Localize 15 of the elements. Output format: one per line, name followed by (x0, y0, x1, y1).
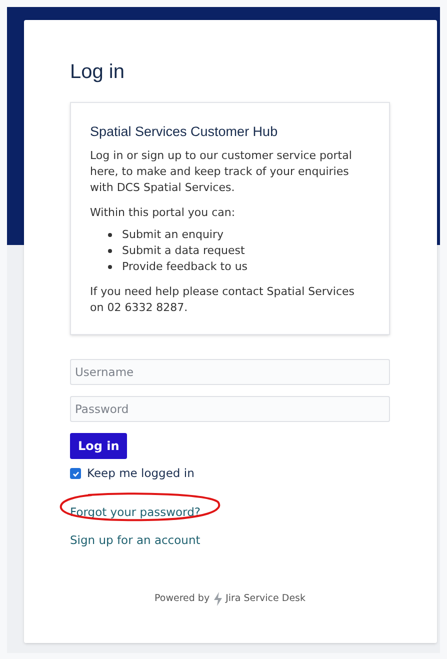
list-item: Provide feedback to us (122, 259, 248, 275)
login-button[interactable]: Log in (70, 433, 128, 459)
page-title: Log in (70, 60, 126, 85)
product-link[interactable]: Jira Service Desk (226, 592, 306, 606)
contact-text: If you need help please contact Spatial Services on 02 6332 8287. (90, 284, 356, 316)
info-text: Within this portal you can: (90, 205, 236, 221)
username-field[interactable]: Username (70, 359, 390, 385)
list-item: Submit a data request (122, 243, 245, 259)
list-item: Submit an enquiry (122, 227, 224, 243)
info-text: Log in or sign up to our customer service portal here, to make and keep track of your enquiries with DCS Spatial Services. (90, 148, 353, 196)
password-field[interactable]: Password (70, 396, 390, 422)
signup-link[interactable]: Sign up for an account (70, 532, 200, 550)
checkbox-label: Keep me logged in (87, 465, 194, 482)
info-heading: Spatial Services Customer Hub (90, 123, 279, 141)
footer-text: Powered by (154, 592, 210, 606)
